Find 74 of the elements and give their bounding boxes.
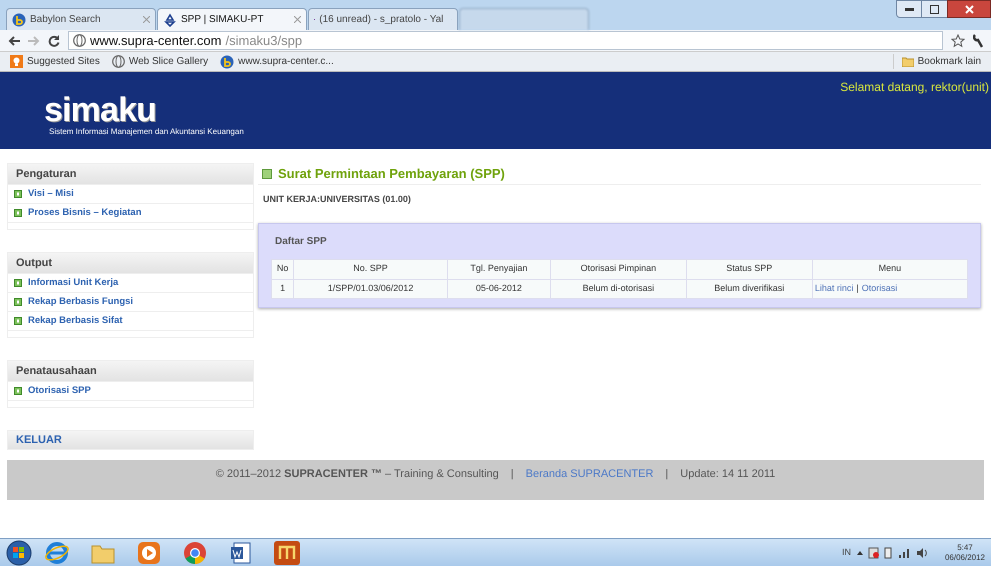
minimize-button[interactable] [896, 0, 922, 18]
sidebar-item[interactable]: Proses Bisnis – Kegiatan [8, 204, 253, 223]
bookmark-item[interactable]: Suggested Sites [10, 54, 100, 69]
maximize-button[interactable] [922, 0, 947, 18]
bullet-icon [14, 209, 22, 217]
bookmark-item[interactable]: Web Slice Gallery [112, 54, 208, 69]
play-icon[interactable] [137, 540, 161, 564]
b-logo-icon [220, 54, 234, 68]
column-header: Menu [812, 259, 968, 279]
minimize-icon [904, 8, 914, 10]
tab-title: (16 unread) - s_pratolo - Yal [319, 13, 444, 27]
folder-icon [902, 56, 914, 66]
bullet-icon [14, 279, 22, 287]
clock-date[interactable]: 06/06/2012 [944, 552, 985, 562]
welcome-text: Selamat datang, rektor(unit) [840, 79, 989, 96]
panel-title: Daftar SPP [274, 234, 328, 248]
wrench-icon[interactable] [973, 34, 983, 48]
bookmark-item[interactable]: www.supra-center.c... [220, 54, 334, 69]
logout-link[interactable]: KELUAR [7, 430, 254, 450]
document-icon[interactable] [229, 540, 253, 564]
back-arrow-icon[interactable] [8, 36, 20, 46]
tab-title: SPP | SIMAKU-PT [181, 13, 264, 27]
chrome-logo-icon[interactable] [183, 540, 207, 564]
sidebar-item[interactable]: Visi – Misi [8, 185, 253, 204]
clock-time[interactable]: 5:47 [957, 542, 973, 552]
star-icon[interactable] [951, 34, 965, 48]
table-cell: 1/SPP/01.03/06/2012 [294, 279, 448, 298]
detail-link[interactable]: Lihat rinci [814, 282, 854, 293]
close-window-button[interactable] [947, 0, 991, 18]
square-icon [262, 168, 272, 178]
section-header: Pengaturan [7, 163, 254, 185]
column-header: No. SPP [294, 259, 448, 279]
table-cell: Belum di-otorisasi [550, 279, 686, 298]
bullet-icon [14, 298, 22, 306]
bullet-icon [14, 387, 22, 395]
browser-tab[interactable]: (16 unread) - s_pratolo - Yal [308, 8, 458, 30]
footer-separator: | [510, 466, 514, 482]
column-header: Tgl. Penyajian [447, 259, 550, 279]
address-field[interactable]: www.supra-center.com /simaku3/spp [68, 31, 943, 50]
table-cell: 1 [272, 279, 294, 298]
section-header: Output [7, 252, 254, 274]
unit-label: UNIT KERJA:UNIVERSITAS (01.00) [263, 193, 412, 206]
sidebar-item[interactable]: Rekap Berbasis Fungsi [8, 293, 253, 312]
bullet-icon [14, 190, 22, 198]
footer-separator: | [665, 466, 668, 482]
lightbulb-icon [10, 55, 23, 68]
column-header: Otorisasi Pimpinan [550, 259, 686, 279]
globe-icon [112, 55, 125, 68]
column-header: No [272, 259, 294, 279]
authorize-link[interactable]: Otorisasi [862, 282, 898, 293]
tab-title: Babylon Search [30, 13, 101, 27]
restore-icon [930, 4, 939, 14]
table-cell: Belum diverifikasi [686, 279, 812, 298]
site-tagline: Sistem Informasi Manajemen dan Akuntansi Keuangan [48, 126, 244, 138]
sidebar-item[interactable]: Rekap Berbasis Sifat [8, 312, 253, 331]
browser-tab[interactable]: Babylon Search [6, 8, 156, 30]
copyright-text: © 2011–2012 SUPRACENTER ™ – Training & Consulting [216, 466, 499, 482]
table-cell: 05-06-2012 [447, 279, 550, 298]
page-title: Surat Permintaan Pembayaran (SPP) [278, 164, 505, 183]
reload-icon[interactable] [48, 34, 60, 46]
site-logo: simaku [44, 94, 156, 126]
browser-tab[interactable]: SPP | SIMAKU-PT [157, 8, 307, 30]
bullet-icon [14, 317, 22, 325]
e-logo-icon[interactable] [44, 540, 70, 566]
section-header: Penatausahaan [7, 360, 254, 382]
update-text: Update: 14 11 2011 [680, 466, 776, 482]
bookmark-folder[interactable]: Bookmark lain [892, 54, 981, 69]
start-orb-icon[interactable] [6, 540, 32, 566]
b-logo-icon [12, 12, 26, 26]
link-separator: | [856, 282, 859, 293]
sidebar-item[interactable]: Informasi Unit Kerja [8, 274, 253, 293]
globe-icon [73, 34, 86, 47]
language-indicator[interactable]: IN [842, 546, 851, 560]
column-header: Status SPP [686, 259, 812, 279]
